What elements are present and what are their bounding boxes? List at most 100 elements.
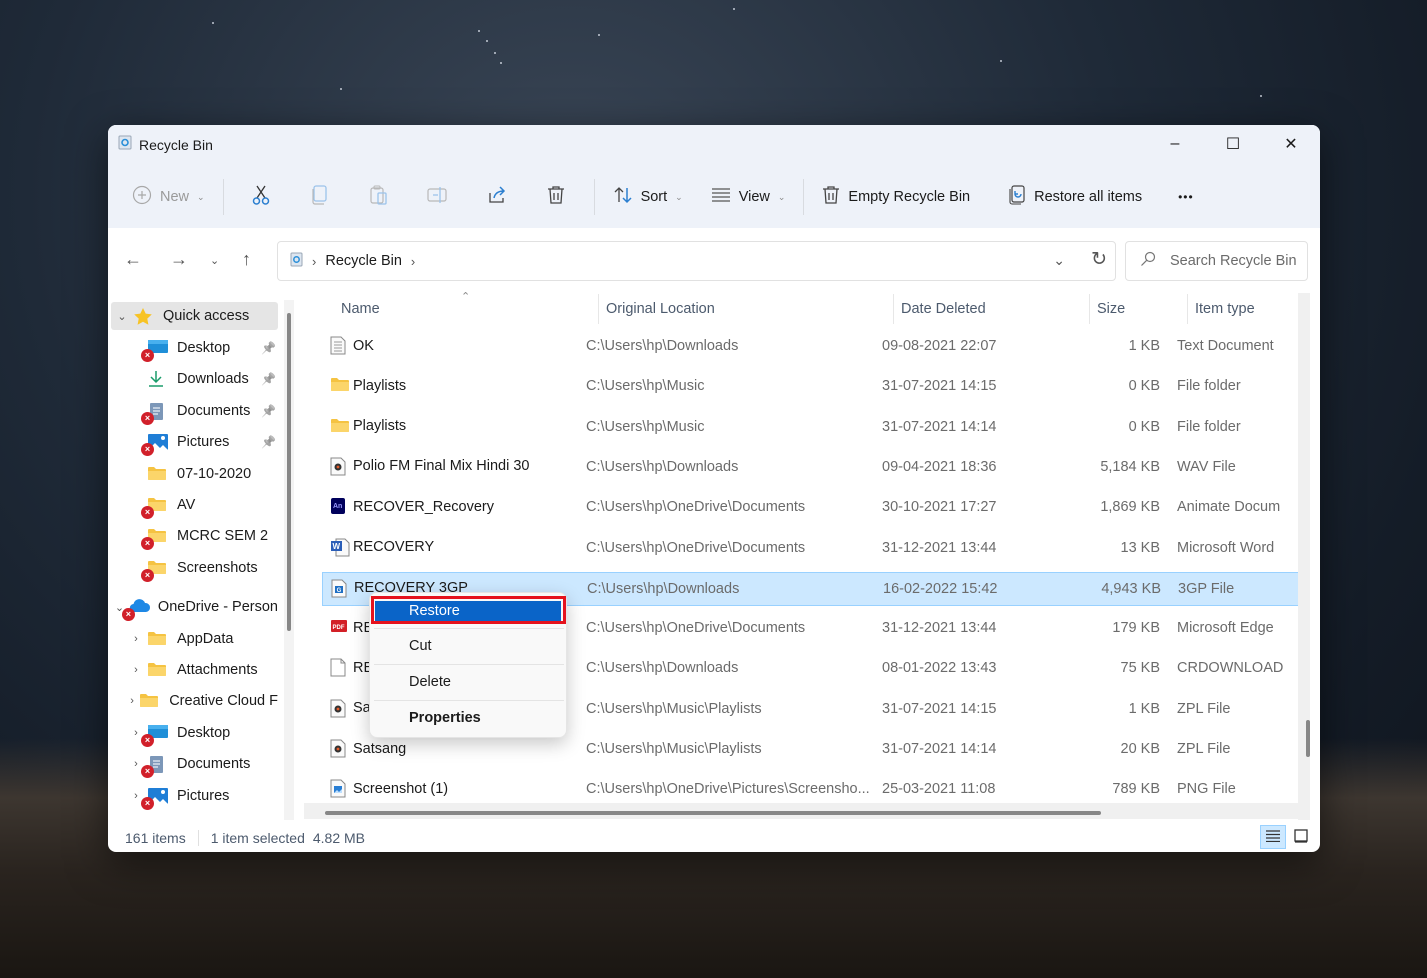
expand-chevron-icon[interactable]: › [125, 633, 147, 645]
sidebar-item-desktop[interactable]: × Desktop 📌 [111, 334, 278, 362]
column-divider[interactable] [1089, 294, 1090, 324]
breadcrumb-chevron-icon[interactable]: › [411, 254, 415, 269]
star-icon [133, 307, 155, 325]
file-size: 179 KB [1112, 620, 1160, 637]
item-type: WAV File [1177, 458, 1236, 475]
column-header-size[interactable]: Size [1097, 290, 1125, 328]
sidebar-item-onedrive-person[interactable]: ⌄ × OneDrive - Person [111, 593, 278, 621]
pin-icon[interactable]: 📌 [261, 404, 276, 418]
context-menu-delete[interactable]: Delete [374, 665, 564, 699]
restore-all-button[interactable]: Restore all items [998, 179, 1152, 215]
search-input[interactable]: Search Recycle Bin [1125, 241, 1308, 281]
refresh-icon[interactable]: ↻ [1091, 248, 1107, 271]
breadcrumb-recycle-bin[interactable]: Recycle Bin [325, 253, 402, 269]
forward-button[interactable]: → [170, 249, 188, 270]
sidebar-scrollbar-thumb[interactable] [287, 313, 291, 631]
empty-recycle-bin-button[interactable]: Empty Recycle Bin [812, 179, 980, 215]
sidebar-item-appdata[interactable]: › AppData [111, 625, 278, 653]
expand-chevron-icon[interactable]: ⌄ [111, 310, 133, 323]
delete-button[interactable] [527, 179, 586, 215]
blank-file-icon [330, 658, 346, 677]
sidebar-item-downloads[interactable]: Downloads 📌 [111, 365, 278, 393]
sidebar-item-label: Pictures [177, 434, 230, 450]
details-view-button[interactable] [1260, 825, 1286, 849]
sidebar-item-desktop[interactable]: › × Desktop [111, 719, 278, 747]
file-size: 0 KB [1128, 378, 1160, 395]
address-dropdown-icon[interactable]: ⌄ [1053, 252, 1065, 269]
column-header-name[interactable]: Name [341, 290, 380, 328]
file-row[interactable]: OK C:\Users\hp\Downloads 09-08-2021 22:07 1… [322, 330, 1299, 364]
sidebar-item-attachments[interactable]: › Attachments [111, 656, 278, 684]
file-row[interactable]: Playlists C:\Users\hp\Music 31-07-2021 14:… [322, 411, 1299, 445]
original-location: C:\Users\hp\Downloads [586, 338, 739, 354]
file-row[interactable]: An RECOVER_Recovery C:\Users\hp\OneDrive\D… [322, 491, 1299, 525]
restore-icon [1008, 185, 1026, 209]
sidebar-item-pictures[interactable]: × Pictures 📌 [111, 428, 278, 456]
column-header-item-type[interactable]: Item type [1195, 290, 1255, 328]
pin-icon[interactable]: 📌 [261, 435, 276, 449]
sidebar-item-quick-access[interactable]: ⌄ Quick access [111, 302, 278, 330]
paste-button[interactable] [350, 179, 409, 215]
file-size: 1 KB [1128, 700, 1160, 717]
cut-button[interactable] [232, 179, 291, 215]
selection-count: 1 item selected [210, 829, 305, 846]
star [478, 30, 480, 32]
pin-icon[interactable]: 📌 [261, 341, 276, 355]
close-button[interactable]: ✕ [1262, 125, 1320, 163]
date-deleted: 31-12-2021 13:44 [882, 539, 997, 556]
column-divider[interactable] [893, 294, 894, 324]
column-header-original-location[interactable]: Original Location [606, 290, 715, 328]
address-input[interactable]: › Recycle Bin › ⌄ ↻ [277, 241, 1116, 281]
horizontal-scrollbar-thumb[interactable] [325, 811, 1101, 815]
column-divider[interactable] [598, 294, 599, 324]
vertical-scrollbar-thumb[interactable] [1306, 720, 1310, 757]
file-row[interactable]: W RECOVERY C:\Users\hp\OneDrive\Documents 3… [322, 532, 1299, 566]
file-name-cell: Polio FM Final Mix Hindi 30 [330, 457, 590, 476]
sort-button[interactable]: Sort ⌄ [603, 179, 693, 215]
pin-icon[interactable]: 📌 [261, 372, 276, 386]
file-name: OK [353, 337, 374, 354]
expand-chevron-icon[interactable]: › [125, 695, 139, 707]
item-type: 3GP File [1178, 580, 1235, 597]
context-menu-properties[interactable]: Properties [374, 701, 564, 735]
context-menu-cut[interactable]: Cut [374, 629, 564, 663]
sidebar-item-screenshots[interactable]: × Screenshots [111, 554, 278, 582]
sidebar-item-documents[interactable]: › × Documents [111, 750, 278, 778]
star [494, 52, 496, 54]
maximize-button[interactable]: ☐ [1204, 125, 1262, 163]
date-deleted: 08-01-2022 13:43 [882, 660, 997, 677]
sidebar-item-documents[interactable]: × Documents 📌 [111, 397, 278, 425]
file-row[interactable]: Playlists C:\Users\hp\Music 31-07-2021 14:… [322, 370, 1299, 404]
status-divider [197, 829, 199, 846]
file-row[interactable]: Satsang C:\Users\hp\Music\Playlists 31-07-… [322, 733, 1299, 767]
column-header-date-deleted[interactable]: Date Deleted [901, 290, 986, 328]
sidebar-item-creative-cloud-f[interactable]: › Creative Cloud F [111, 687, 278, 715]
sidebar-item-av[interactable]: × AV [111, 491, 278, 519]
sidebar-item-pictures[interactable]: › × Pictures [111, 782, 278, 810]
back-button[interactable]: ← [124, 249, 142, 270]
rename-button[interactable] [409, 179, 468, 215]
file-row[interactable]: Polio FM Final Mix Hindi 30 C:\Users\hp\D… [322, 451, 1299, 485]
context-menu-restore[interactable]: Restore [375, 601, 561, 621]
svg-text:An: An [333, 503, 342, 510]
new-button[interactable]: New ⌄ [122, 179, 215, 215]
folder-icon [330, 417, 349, 436]
expand-chevron-icon[interactable]: › [125, 664, 147, 676]
column-divider[interactable] [1187, 294, 1188, 324]
copy-button[interactable] [291, 179, 350, 215]
sidebar-item-07-10-2020[interactable]: 07-10-2020 [111, 460, 278, 488]
large-icons-view-button[interactable] [1288, 825, 1314, 849]
sync-error-icon: × [141, 569, 154, 582]
item-type: File folder [1177, 418, 1241, 435]
up-button[interactable]: ↑ [242, 249, 251, 270]
more-options-button[interactable]: ••• [1168, 179, 1204, 215]
file-name-cell: Playlists [330, 376, 590, 395]
trash-icon [822, 185, 840, 209]
pictures-icon: × [141, 787, 169, 810]
view-label: View [738, 189, 770, 205]
view-button[interactable]: View ⌄ [701, 179, 796, 215]
minimize-button[interactable]: – [1146, 125, 1204, 163]
recent-locations-button[interactable]: ⌄ [210, 254, 219, 267]
sidebar-item-mcrc-sem-2[interactable]: × MCRC SEM 2 [111, 522, 278, 550]
share-button[interactable] [468, 179, 527, 215]
